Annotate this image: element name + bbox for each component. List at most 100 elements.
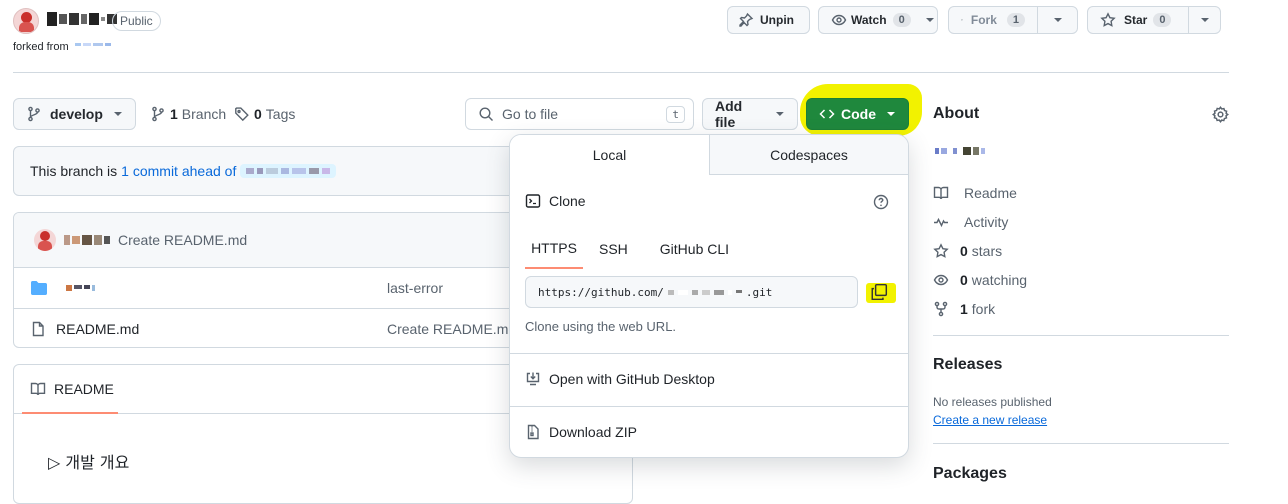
watch-button[interactable]: Watch 0 [818, 6, 938, 34]
code-icon [819, 106, 835, 122]
code-dropdown: Local Codespaces Clone HTTPS SSH GitHub … [509, 134, 909, 458]
watch-count: 0 [893, 13, 911, 27]
visibility-badge: Public [112, 11, 161, 31]
branches-link[interactable]: 1 Branch [150, 106, 226, 122]
tab-https[interactable]: HTTPS [525, 229, 583, 269]
sidebar-item-count: 0 [960, 272, 968, 288]
committer-name[interactable] [64, 235, 110, 245]
clone-url-prefix: https://github.com/ [538, 286, 664, 299]
sidebar-item-readme[interactable]: Readme [933, 185, 1017, 201]
sidebar-item-count: 1 [960, 301, 968, 317]
desktop-download-icon [525, 371, 541, 387]
branches-count: 1 [170, 106, 178, 122]
star-dropdown[interactable] [1189, 15, 1220, 25]
help-icon[interactable] [873, 194, 889, 210]
committer-avatar[interactable] [34, 229, 56, 251]
about-title: About [933, 105, 979, 123]
tab-github-cli[interactable]: GitHub CLI [652, 229, 737, 269]
clone-url-input[interactable]: https://github.com/ .git [525, 276, 858, 308]
tab-codespaces[interactable]: Codespaces [710, 135, 908, 174]
sidebar-item-label: watching [972, 272, 1027, 288]
terminal-icon [525, 193, 541, 209]
eye-icon [933, 272, 949, 288]
upstream-branch-link[interactable] [240, 164, 336, 178]
file-commit-message[interactable]: Create README.md [387, 321, 516, 337]
sidebar-item-forks[interactable]: 1 fork [933, 301, 995, 317]
fork-main[interactable]: Fork 1 [949, 7, 1037, 33]
star-count: 0 [1153, 13, 1171, 27]
open-github-desktop[interactable]: Open with GitHub Desktop [525, 371, 715, 387]
sidebar-item-label: fork [972, 301, 995, 317]
star-button[interactable]: Star 0 [1087, 6, 1221, 34]
gear-icon[interactable] [1212, 106, 1229, 123]
releases-title[interactable]: Releases [933, 356, 1002, 374]
forked-from-label: forked from [13, 41, 69, 53]
commit-message[interactable]: Create README.md [118, 232, 247, 248]
star-label: Star [1124, 13, 1147, 27]
dropdown-divider [510, 353, 909, 354]
commits-ahead-link[interactable]: 1 commit ahead of [121, 163, 236, 179]
sidebar-item-label: Readme [964, 185, 1017, 201]
clone-header: Clone [525, 193, 586, 209]
branch-selector[interactable]: develop [13, 98, 136, 130]
tag-icon [234, 106, 250, 122]
sidebar-item-label: stars [972, 243, 1002, 259]
repo-name[interactable] [47, 12, 117, 26]
branch-status-text: This branch is [30, 163, 117, 179]
sidebar-item-count: 0 [960, 243, 968, 259]
fork-icon [961, 12, 963, 28]
create-release-link[interactable]: Create a new release [933, 413, 1047, 427]
caret-down-icon [113, 109, 123, 119]
caret-down-icon [886, 109, 896, 119]
protocol-tabs: HTTPS SSH GitHub CLI [525, 229, 737, 269]
star-main[interactable]: Star 0 [1088, 7, 1188, 33]
tab-ssh[interactable]: SSH [591, 229, 636, 269]
forked-from-link[interactable] [75, 43, 111, 46]
search-icon [478, 106, 494, 122]
file-icon [30, 321, 46, 337]
tags-count: 0 [254, 106, 262, 122]
add-file-button[interactable]: Add file [702, 98, 798, 130]
tags-label: Tags [266, 106, 296, 122]
tab-local[interactable]: Local [510, 135, 710, 175]
file-name[interactable]: README.md [56, 321, 139, 337]
go-to-file-input[interactable]: Go to file t [465, 98, 694, 130]
branches-label: Branch [182, 106, 226, 122]
clone-url-suffix: .git [746, 286, 773, 299]
packages-title[interactable]: Packages [933, 465, 1007, 483]
folder-commit-message[interactable]: last-error [387, 280, 443, 296]
sidebar-divider [933, 443, 1229, 444]
copy-icon[interactable] [870, 283, 888, 301]
download-zip[interactable]: Download ZIP [525, 424, 637, 440]
sidebar-item-watching[interactable]: 0 watching [933, 272, 1027, 288]
tags-link[interactable]: 0 Tags [234, 106, 295, 122]
header-divider [13, 72, 1229, 73]
fork-count: 1 [1007, 13, 1025, 27]
pin-icon [738, 12, 754, 28]
unpin-button[interactable]: Unpin [727, 6, 810, 34]
sidebar-item-activity[interactable]: Activity [933, 214, 1008, 230]
fork-button[interactable]: Fork 1 [948, 6, 1078, 34]
star-icon [1100, 12, 1116, 28]
readme-tab[interactable]: README [22, 365, 118, 414]
clone-label: Clone [549, 193, 586, 209]
sidebar-item-stars[interactable]: 0 stars [933, 243, 1002, 259]
caret-down-icon [775, 109, 785, 119]
clone-url-blurred [668, 290, 742, 295]
unpin-label: Unpin [760, 13, 794, 27]
download-zip-label: Download ZIP [549, 424, 637, 440]
git-branch-icon [26, 106, 42, 122]
star-icon [933, 243, 949, 259]
pulse-icon [933, 214, 949, 230]
add-file-label: Add file [715, 98, 765, 130]
caret-down-icon[interactable] [925, 15, 935, 25]
fork-dropdown[interactable] [1038, 15, 1077, 25]
caret-down-icon [1053, 15, 1063, 25]
fork-label: Fork [971, 13, 997, 27]
readme-tab-label: README [54, 381, 114, 397]
shortcut-key: t [666, 106, 685, 123]
owner-avatar[interactable] [13, 8, 39, 34]
code-button[interactable]: Code [806, 98, 909, 130]
readme-details-summary[interactable]: ▷ 개발 개요 [48, 449, 129, 473]
branch-name: develop [50, 106, 105, 122]
